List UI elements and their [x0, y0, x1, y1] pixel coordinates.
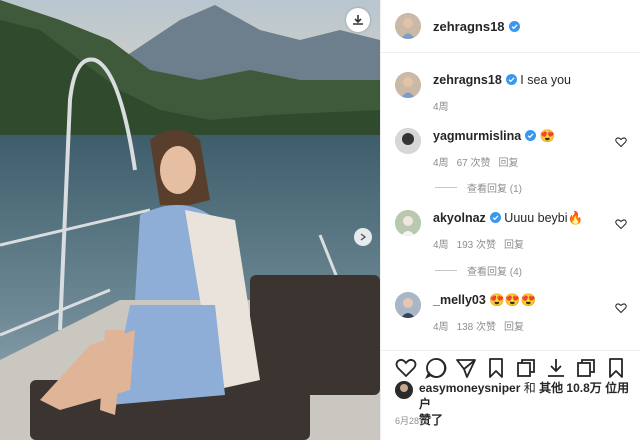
liker-username[interactable]: easymoneysniper: [419, 381, 520, 395]
comment-text: Uuuu beybi🔥: [504, 211, 584, 225]
comment-avatar[interactable]: [395, 128, 421, 154]
comment-likes[interactable]: 193 次赞: [457, 240, 496, 251]
reply-link[interactable]: 回复: [504, 240, 524, 251]
download-icon[interactable]: [545, 357, 567, 379]
comment-likes[interactable]: 67 次赞: [457, 158, 491, 169]
bookmark-icon[interactable]: [485, 357, 507, 379]
post-side-panel: zehragns18 zehragns18 I sea you 4周 yagmu…: [380, 0, 640, 440]
comment-avatar[interactable]: [395, 210, 421, 236]
view-replies[interactable]: 查看回复 (4): [435, 263, 522, 278]
verified-badge-icon: [525, 130, 537, 141]
comment-text: 😍😍😍: [489, 293, 537, 307]
next-arrow-icon: [360, 233, 367, 241]
download-button[interactable]: [346, 8, 370, 32]
copy-icon[interactable]: [515, 357, 537, 379]
comment-item: _melly03 😍😍😍 4周 138 次赞 回复: [395, 292, 536, 333]
verified-badge-icon: [489, 212, 501, 223]
heart-icon[interactable]: [615, 218, 627, 230]
post-image: [0, 0, 380, 440]
heart-icon[interactable]: [615, 136, 627, 148]
comment-age: 4周: [433, 322, 449, 333]
heart-icon[interactable]: [615, 302, 627, 314]
action-bar: [381, 350, 640, 379]
bookmark-icon[interactable]: [605, 357, 627, 379]
caption-avatar[interactable]: [395, 72, 421, 98]
verified-badge-icon: [505, 74, 517, 85]
comment-item: yagmurmislina 😍 4周 67 次赞 回复: [395, 128, 555, 169]
likes-summary: easymoneysniper 和 其他 10.8万 位用户 赞了: [395, 380, 640, 428]
share-icon[interactable]: [455, 357, 477, 379]
liker-avatar[interactable]: [395, 381, 413, 399]
comment-likes[interactable]: 138 次赞: [457, 322, 496, 333]
next-image-button[interactable]: [354, 228, 372, 246]
comment-age: 4周: [433, 240, 449, 251]
download-icon: [353, 15, 363, 25]
heart-icon[interactable]: [395, 357, 417, 379]
caption-item: zehragns18 I sea you 4周: [395, 72, 571, 113]
verified-badge-icon: [508, 20, 520, 32]
author-username[interactable]: zehragns18: [433, 19, 505, 34]
comment-username[interactable]: _melly03: [433, 293, 486, 307]
comment-username[interactable]: akyolnaz: [433, 211, 486, 225]
comment-age: 4周: [433, 158, 449, 169]
comment-item: akyolnaz Uuuu beybi🔥 4周 193 次赞 回复: [395, 210, 583, 251]
post-date: 6月28日: [395, 416, 429, 426]
reply-link[interactable]: 回复: [498, 158, 518, 169]
comment-username[interactable]: yagmurmislina: [433, 129, 521, 143]
caption-age: 4周: [433, 102, 449, 113]
view-replies[interactable]: 查看回复 (1): [435, 180, 522, 195]
comment-icon[interactable]: [425, 357, 447, 379]
post-photo: [0, 0, 380, 440]
caption-text: I sea you: [520, 73, 571, 87]
comment-text: 😍: [539, 129, 556, 143]
post-header: zehragns18: [381, 0, 640, 53]
reply-link[interactable]: 回复: [504, 322, 524, 333]
copy-icon[interactable]: [575, 357, 597, 379]
comment-avatar[interactable]: [395, 292, 421, 318]
caption-username[interactable]: zehragns18: [433, 73, 502, 87]
author-avatar[interactable]: [395, 13, 421, 39]
likes-and: 和: [523, 381, 536, 395]
